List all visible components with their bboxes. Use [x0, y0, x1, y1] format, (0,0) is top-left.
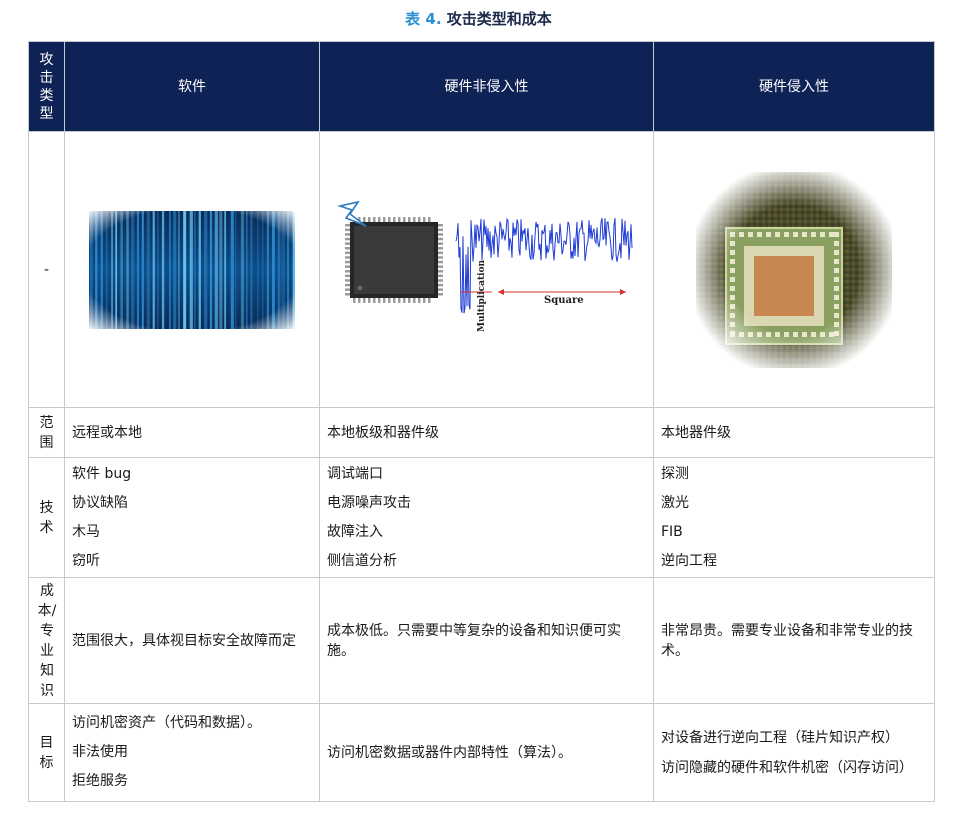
technique-item: 激光	[661, 494, 689, 511]
scope-label: 范围	[28, 407, 65, 458]
caption-label: 表	[405, 10, 421, 28]
cost-row: 成本/专业知识 范围很大，具体视目标安全故障而定 成本极低。只需要中等复杂的设备…	[28, 577, 935, 704]
target-row: 目标 访问机密资产（代码和数据）。 非法使用 拒绝服务 访问机密数据或器件内部特…	[28, 703, 935, 802]
binary-code-image	[89, 210, 295, 329]
techniques-label: 技术	[28, 457, 65, 578]
technique-item: 窃听	[72, 552, 100, 569]
header-type: 攻击类型	[28, 41, 65, 132]
scope-label-text: 范围	[39, 414, 54, 451]
cost-label-text: 成本/专业知识	[37, 582, 57, 699]
technique-item: FIB	[661, 523, 683, 540]
chip-waveform-image: Square Multiplication	[336, 200, 632, 332]
scope-noninvasive: 本地板级和器件级	[319, 407, 654, 458]
techniques-noninvasive: 调试端口 电源噪声攻击 故障注入 侧信道分析	[319, 457, 654, 578]
techniques-label-text: 技术	[39, 499, 54, 536]
decapped-die-image	[696, 171, 892, 368]
table-caption: 表 4. 攻击类型和成本	[0, 8, 957, 29]
cost-label: 成本/专业知识	[28, 577, 65, 704]
technique-item: 调试端口	[327, 465, 383, 482]
image-row: - Square Multiplication	[28, 131, 935, 408]
target-noninvasive: 访问机密数据或器件内部特性（算法）。	[319, 703, 654, 802]
target-software: 访问机密资产（代码和数据）。 非法使用 拒绝服务	[64, 703, 320, 802]
technique-item: 软件 bug	[72, 465, 132, 482]
target-invasive: 对设备进行逆向工程（硅片知识产权） 访问隐藏的硬件和软件机密（闪存访问）	[653, 703, 935, 802]
software-image-cell	[64, 131, 320, 408]
image-row-label: -	[28, 131, 65, 408]
technique-item: 探测	[661, 465, 689, 482]
scope-row: 范围 远程或本地 本地板级和器件级 本地器件级	[28, 407, 935, 458]
noninvasive-image-cell: Square Multiplication	[319, 131, 654, 408]
header-type-text: 攻击类型	[39, 51, 54, 122]
target-item: 访问隐藏的硬件和软件机密（闪存访问）	[661, 759, 913, 776]
cost-invasive: 非常昂贵。需要专业设备和非常专业的技术。	[653, 577, 935, 704]
target-item: 对设备进行逆向工程（硅片知识产权）	[661, 729, 899, 746]
header-row: 攻击类型 软件 硬件非侵入性 硬件侵入性	[28, 41, 935, 132]
target-label-text: 目标	[39, 734, 54, 771]
header-software: 软件	[64, 41, 320, 132]
square-label: Square	[544, 295, 584, 306]
cost-software: 范围很大，具体视目标安全故障而定	[64, 577, 320, 704]
caption-title: 攻击类型和成本	[446, 10, 552, 28]
invasive-image-cell	[653, 131, 935, 408]
techniques-invasive: 探测 激光 FIB 逆向工程	[653, 457, 935, 578]
target-item: 非法使用	[72, 744, 128, 760]
technique-item: 逆向工程	[661, 552, 717, 569]
caption-number: 4.	[425, 10, 442, 28]
target-item: 访问机密资产（代码和数据）。	[72, 715, 261, 731]
target-item: 拒绝服务	[72, 773, 128, 789]
cost-noninvasive: 成本极低。只需要中等复杂的设备和知识便可实施。	[319, 577, 654, 704]
techniques-software: 软件 bug 协议缺陷 木马 窃听	[64, 457, 320, 578]
technique-item: 故障注入	[327, 523, 383, 540]
target-label: 目标	[28, 703, 65, 802]
technique-item: 木马	[72, 523, 100, 540]
multiplication-label: Multiplication	[477, 259, 487, 332]
header-hw-invasive: 硬件侵入性	[653, 41, 935, 132]
technique-item: 协议缺陷	[72, 494, 128, 511]
attack-types-table: 攻击类型 软件 硬件非侵入性 硬件侵入性 - Square Multiplica…	[28, 41, 935, 802]
technique-item: 侧信道分析	[327, 552, 397, 569]
header-hw-noninvasive: 硬件非侵入性	[319, 41, 654, 132]
techniques-row: 技术 软件 bug 协议缺陷 木马 窃听 调试端口 电源噪声攻击 故障注入 侧信…	[28, 457, 935, 578]
scope-software: 远程或本地	[64, 407, 320, 458]
scope-invasive: 本地器件级	[653, 407, 935, 458]
technique-item: 电源噪声攻击	[327, 494, 411, 511]
